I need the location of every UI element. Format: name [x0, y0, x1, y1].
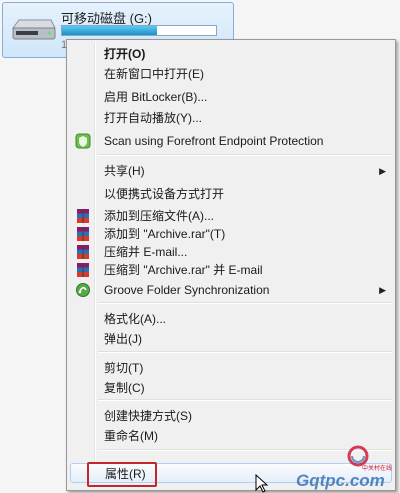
menu-item-label: 压缩并 E-mail...: [104, 245, 188, 259]
menu-item-label: Groove Folder Synchronization: [104, 283, 270, 297]
menu-item-label: 添加到压缩文件(A)...: [104, 209, 214, 223]
menu-item[interactable]: 添加到压缩文件(A)...: [70, 206, 392, 226]
menu-separator: [98, 154, 392, 156]
drive-usage-bar: [61, 25, 217, 36]
winrar-icon: [75, 208, 91, 224]
drive-usage-fill: [62, 26, 158, 35]
menu-item-label: 重命名(M): [104, 429, 158, 443]
forefront-shield-icon: [75, 133, 91, 149]
groove-icon: [75, 282, 91, 298]
menu-item-label: 添加到 "Archive.rar"(T): [104, 227, 226, 241]
menu-separator: [98, 399, 392, 401]
watermark-site: Gqtpc.com: [296, 471, 385, 490]
site-watermark-logo: 中关村在线 Gqtpc.com: [296, 445, 392, 490]
menu-item-label: 打开自动播放(Y)...: [104, 111, 202, 125]
winrar-icon: [75, 244, 91, 260]
menu-item-label: 共享(H): [104, 164, 145, 178]
menu-item[interactable]: 复制(C): [70, 378, 392, 398]
submenu-arrow-icon: ▶: [379, 166, 386, 176]
menu-item[interactable]: 共享(H) ▶: [70, 161, 392, 181]
menu-item[interactable]: 压缩到 "Archive.rar" 并 E-mail: [70, 260, 392, 280]
properties-annotation-box: [87, 462, 157, 487]
menu-item-label: 启用 BitLocker(B)...: [104, 90, 208, 104]
menu-item[interactable]: 剪切(T): [70, 358, 392, 378]
menu-item-label: 复制(C): [104, 381, 145, 395]
menu-item[interactable]: 重命名(M): [70, 426, 392, 446]
submenu-arrow-icon: ▶: [379, 285, 386, 295]
mouse-cursor-icon: [255, 474, 269, 493]
menu-item-label: 打开(O): [104, 47, 146, 61]
menu-item[interactable]: 打开自动播放(Y)...: [70, 108, 392, 128]
menu-item-label: 创建快捷方式(S): [104, 409, 192, 423]
menu-item[interactable]: 压缩并 E-mail...: [70, 242, 392, 262]
winrar-icon: [75, 226, 91, 242]
menu-separator: [98, 351, 392, 353]
menu-item[interactable]: 弹出(J): [70, 329, 392, 349]
menu-item[interactable]: 添加到 "Archive.rar"(T): [70, 224, 392, 244]
menu-item[interactable]: 启用 BitLocker(B)...: [70, 87, 392, 107]
menu-item-label: 格式化(A)...: [104, 312, 166, 326]
menu-item[interactable]: Groove Folder Synchronization ▶: [70, 280, 392, 300]
removable-drive-icon: [12, 19, 56, 40]
menu-item-label: Scan using Forefront Endpoint Protection: [104, 134, 324, 148]
menu-item-label: 以便携式设备方式打开: [104, 187, 225, 201]
menu-item[interactable]: 格式化(A)...: [70, 309, 392, 329]
menu-item[interactable]: 以便携式设备方式打开: [70, 184, 392, 204]
menu-item[interactable]: Scan using Forefront Endpoint Protection: [70, 131, 392, 151]
context-menu: 打开(O) 在新窗口中打开(E) 启用 BitLocker(B)... 打开自动播放(…: [66, 39, 396, 491]
menu-item[interactable]: 创建快捷方式(S): [70, 406, 392, 426]
menu-item-label: 弹出(J): [104, 332, 142, 346]
menu-item-label: 压缩到 "Archive.rar" 并 E-mail: [104, 263, 263, 277]
menu-item[interactable]: 打开(O): [70, 44, 392, 64]
menu-separator: [98, 302, 392, 304]
menu-item-label: 在新窗口中打开(E): [104, 67, 204, 81]
winrar-icon: [75, 262, 91, 278]
menu-item-label: 剪切(T): [104, 361, 144, 375]
menu-item[interactable]: 在新窗口中打开(E): [70, 64, 392, 84]
